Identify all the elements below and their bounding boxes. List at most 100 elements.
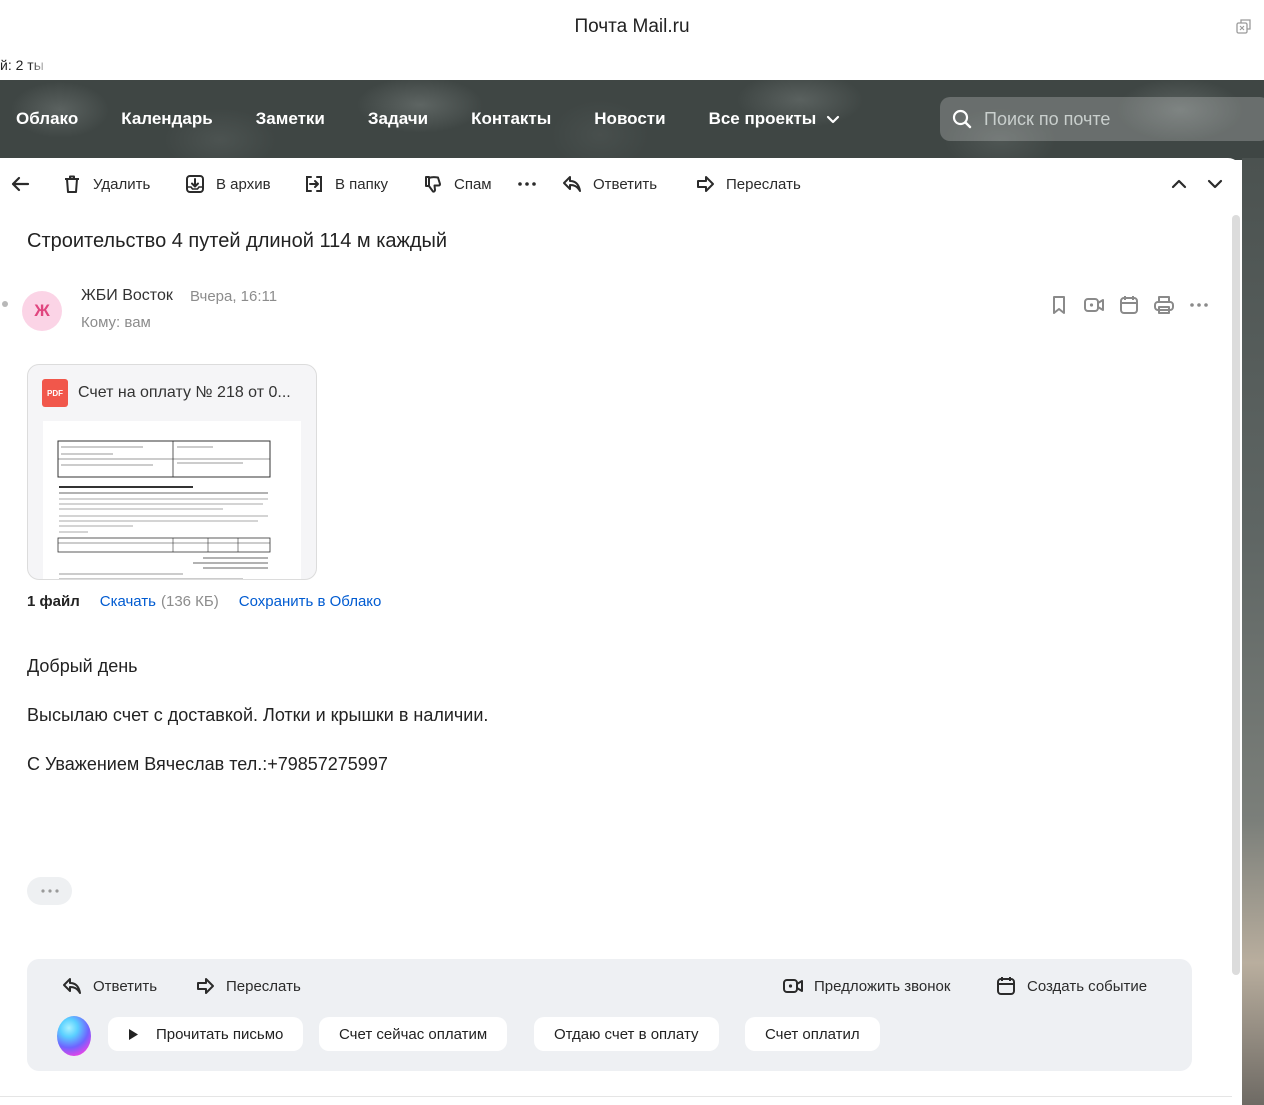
- clipped-status-text: й: 2 ты: [0, 57, 44, 73]
- nav-news[interactable]: Новости: [594, 109, 665, 129]
- move-label: В папку: [335, 175, 388, 193]
- quick-reply-chip[interactable]: Отдаю счет в оплату: [534, 1017, 719, 1051]
- body-paragraph: Высылаю счет с доставкой. Лотки и крышки…: [27, 705, 489, 725]
- quick-forward-button[interactable]: Переслать: [194, 975, 301, 997]
- nav-label: Контакты: [471, 109, 552, 128]
- download-link[interactable]: Скачать: [100, 593, 156, 610]
- move-to-folder-button[interactable]: В папку: [303, 173, 388, 195]
- ai-assistant-icon[interactable]: [57, 1016, 91, 1056]
- forward-button[interactable]: Переслать: [694, 173, 801, 195]
- message-actions: [1048, 294, 1223, 316]
- quick-reply-button[interactable]: Ответить: [61, 975, 157, 997]
- recipient-line[interactable]: Кому: вам: [81, 314, 151, 331]
- nav-label: Все проекты: [708, 109, 817, 128]
- calendar-icon: [997, 977, 1015, 995]
- nav-label: Календарь: [121, 109, 213, 128]
- delete-button[interactable]: Удалить: [61, 173, 150, 195]
- delete-label: Удалить: [93, 175, 151, 193]
- calendar-icon[interactable]: [1118, 294, 1140, 316]
- scrollbar[interactable]: [1232, 215, 1240, 975]
- reply-icon: [63, 978, 81, 994]
- unread-indicator[interactable]: [2, 301, 8, 307]
- more-horizontal-icon: [518, 182, 536, 186]
- reply-button[interactable]: Ответить: [561, 173, 657, 195]
- avatar[interactable]: Ж: [22, 291, 62, 331]
- chevron-down-icon: [827, 115, 840, 124]
- nav-label: Задачи: [367, 109, 429, 128]
- background-strip: [1242, 158, 1264, 1105]
- search-icon: [952, 109, 972, 129]
- divider: [0, 1096, 1232, 1097]
- quick-reply-box: Ответить Переслать Предложить звонок Соз…: [27, 959, 1192, 1071]
- play-icon: [129, 1028, 138, 1040]
- save-to-cloud-link[interactable]: Сохранить в Облако: [239, 593, 382, 610]
- more-horizontal-icon: [40, 889, 59, 893]
- message-toolbar: Удалить В архив В папку Спам Ответить Пе…: [0, 158, 1242, 212]
- move-folder-icon: [306, 176, 322, 192]
- reply-icon: [563, 176, 581, 192]
- suggest-call-button[interactable]: Предложить звонок: [782, 975, 950, 997]
- attachment-name: Счет на оплату № 218 от 0...: [78, 384, 291, 401]
- next-message-button[interactable]: [1204, 173, 1226, 195]
- archive-label: В архив: [216, 175, 271, 193]
- video-call-icon: [783, 979, 803, 993]
- spam-button[interactable]: Спам: [422, 173, 492, 195]
- invoice-thumbnail-icon: [57, 440, 271, 579]
- body-paragraph: Добрый день: [27, 656, 138, 676]
- reply-label: Ответить: [93, 977, 158, 995]
- top-navigation-bar: Облако Календарь Заметки Задачи Контакты…: [0, 80, 1264, 160]
- restore-window-icon[interactable]: [1236, 18, 1252, 34]
- bookmark-icon[interactable]: [1048, 294, 1070, 316]
- arrow-left-icon: [11, 176, 30, 192]
- archive-button[interactable]: В архив: [184, 173, 271, 195]
- attachment-header: PDF Счет на оплату № 218 от 0...: [42, 379, 304, 407]
- reply-label: Ответить: [593, 175, 658, 193]
- nav-cloud[interactable]: Облако: [16, 109, 78, 129]
- quick-reply-chip[interactable]: Счет оплатил: [745, 1017, 880, 1051]
- search-input[interactable]: [984, 108, 1234, 130]
- message-subject: Строительство 4 путей длиной 114 м кажды…: [27, 230, 448, 252]
- nav-all-projects[interactable]: Все проекты: [709, 109, 841, 129]
- more-actions-button[interactable]: [516, 173, 538, 195]
- create-event-label: Создать событие: [1027, 977, 1148, 995]
- video-call-icon[interactable]: [1083, 294, 1105, 316]
- create-event-button[interactable]: Создать событие: [995, 975, 1147, 997]
- attachment-card[interactable]: PDF Счет на оплату № 218 от 0...: [27, 364, 317, 580]
- forward-icon: [697, 176, 714, 192]
- nav-calendar[interactable]: Календарь: [121, 109, 212, 129]
- forward-icon: [197, 978, 214, 994]
- previous-message-button[interactable]: [1168, 173, 1190, 195]
- show-quoted-button[interactable]: [27, 877, 72, 905]
- attachment-preview: [43, 421, 301, 579]
- nav-notes[interactable]: Заметки: [256, 109, 325, 129]
- chip-label: Счет сейчас оплатим: [339, 1025, 488, 1043]
- forward-label: Переслать: [726, 175, 801, 193]
- mail-search[interactable]: [940, 97, 1264, 141]
- nav-label: Заметки: [255, 109, 325, 128]
- suggest-call-label: Предложить звонок: [814, 977, 951, 995]
- nav-contacts[interactable]: Контакты: [471, 109, 551, 129]
- pdf-file-icon: PDF: [42, 379, 68, 407]
- print-icon[interactable]: [1153, 294, 1175, 316]
- more-horizontal-icon[interactable]: [1188, 294, 1210, 316]
- nav-label: Новости: [594, 109, 666, 128]
- nav-tasks[interactable]: Задачи: [368, 109, 428, 129]
- quick-reply-chip[interactable]: Счет сейчас оплатим: [319, 1017, 508, 1051]
- message-panel: Удалить В архив В папку Спам Ответить Пе…: [0, 158, 1242, 1105]
- trash-icon: [65, 175, 79, 193]
- nav-label: Облако: [16, 109, 79, 128]
- body-paragraph: С Уважением Вячеслав тел.:+79857275997: [27, 754, 388, 774]
- project-nav: Облако Календарь Заметки Задачи Контакты…: [16, 80, 883, 158]
- archive-icon: [186, 175, 204, 193]
- sender-name[interactable]: ЖБИ Восток: [81, 287, 173, 305]
- back-button[interactable]: [9, 173, 31, 195]
- chevron-down-icon: [1207, 179, 1223, 189]
- chip-label: Прочитать письмо: [156, 1025, 284, 1043]
- message-date: Вчера, 16:11: [190, 288, 278, 305]
- attachment-size: (136 КБ): [160, 593, 219, 610]
- chip-label: Отдаю счет в оплату: [554, 1025, 699, 1043]
- attachment-actions: 1 файл Скачать (136 КБ) Сохранить в Обла…: [27, 593, 381, 610]
- window-title: Почта Mail.ru: [574, 16, 690, 37]
- chip-label: Счет оплатил: [765, 1025, 860, 1043]
- read-letter-chip[interactable]: Прочитать письмо: [108, 1017, 304, 1051]
